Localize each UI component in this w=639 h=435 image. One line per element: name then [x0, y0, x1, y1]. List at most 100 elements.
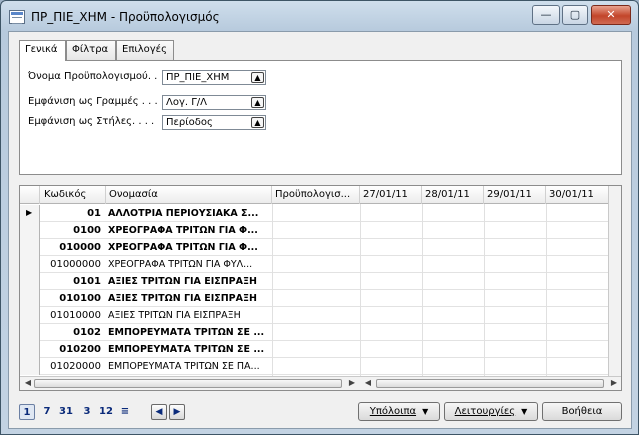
- row-selector[interactable]: [20, 290, 40, 307]
- table-row[interactable]: 0100 ΧΡΕΟΓΡΑΦΑ ΤΡΙΤΩΝ ΓΙΑ Φ...: [20, 222, 621, 239]
- table-row[interactable]: 01020000 ΕΜΠΟΡΕΥΜΑΤΑ ΤΡΙΤΩΝ ΣΕ ΠΑ...: [20, 358, 621, 375]
- account-code[interactable]: 010100: [40, 290, 103, 307]
- horizontal-scrollbar[interactable]: ◀ ▶ ◀ ▶: [20, 376, 621, 390]
- account-name[interactable]: ΧΡΕΟΓΡΑΦΑ ΤΡΙΤΩΝ ΓΙΑ Φ...: [106, 222, 271, 239]
- row-selector[interactable]: [20, 341, 40, 358]
- rows-as-field[interactable]: Λογ. Γ/Λ ▲: [162, 95, 266, 110]
- dropdown-arrow-icon: ▼: [521, 407, 528, 416]
- account-code[interactable]: 010200: [40, 341, 103, 358]
- col-header-name[interactable]: Ονομασία: [106, 186, 272, 204]
- table-row[interactable]: 010100 ΑΞΙΕΣ ΤΡΙΤΩΝ ΓΙΑ ΕΙΣΠΡΑΞΗ: [20, 290, 621, 307]
- tab-general[interactable]: Γενικά: [19, 40, 66, 61]
- table-row[interactable]: 010200 ΕΜΠΟΡΕΥΜΑΤΑ ΤΡΙΤΩΝ ΣΕ ...: [20, 341, 621, 358]
- row-selector[interactable]: [20, 273, 40, 290]
- close-button[interactable]: ✕: [591, 5, 631, 25]
- rows-as-value: Λογ. Γ/Λ: [166, 97, 208, 108]
- grid-header: Κωδικός Ονομασία Προϋπολογισ... 27/01/11…: [20, 186, 621, 204]
- account-name[interactable]: ΕΜΠΟΡΕΥΜΑΤΑ ΤΡΙΤΩΝ ΣΕ ...: [106, 324, 271, 341]
- account-name[interactable]: ΕΜΠΟΡΕΥΜΑΤΑ ΤΡΙΤΩΝ ΣΕ ΠΑ...: [106, 358, 271, 375]
- help-label: Βοήθεια: [561, 406, 603, 417]
- cols-as-field[interactable]: Περίοδος ▲: [162, 115, 266, 130]
- rows-as-label: Εμφάνιση ως Γραμμές . . . . .: [28, 96, 158, 107]
- account-code[interactable]: 0100: [40, 222, 103, 239]
- window-title: ΠΡ_ΠΙΕ_ΧΗΜ - Προϋπολογισμός: [31, 10, 220, 24]
- account-name[interactable]: ΧΡΕΟΓΡΑΦΑ ΤΡΙΤΩΝ ΓΙΑ Φ...: [106, 239, 271, 256]
- account-name[interactable]: ΧΡΕΟΓΡΑΦΑ ΤΡΙΤΩΝ ΓΙΑ ΦΥΛ...: [106, 256, 271, 273]
- window: ΠΡ_ΠΙΕ_ΧΗΜ - Προϋπολογισμός — ▢ ✕ Γενικά…: [0, 0, 639, 435]
- vertical-scrollbar[interactable]: [608, 186, 621, 376]
- minimize-button[interactable]: —: [532, 5, 560, 25]
- table-row[interactable]: 01000000 ΧΡΕΟΓΡΑΦΑ ΤΡΙΤΩΝ ΓΙΑ ΦΥΛ...: [20, 256, 621, 273]
- budget-name-label: Όνομα Προϋπολογισμού. . . .: [28, 71, 158, 82]
- col-divider: [272, 204, 273, 376]
- dialog-body: Γενικά Φίλτρα Επιλογές Όνομα Προϋπολογισ…: [8, 31, 632, 429]
- account-code[interactable]: 0102: [40, 324, 103, 341]
- title-bar[interactable]: ΠΡ_ΠΙΕ_ΧΗΜ - Προϋπολογισμός — ▢ ✕: [1, 1, 638, 35]
- help-button[interactable]: Βοήθεια: [542, 402, 622, 421]
- scroll-right-icon[interactable]: ▶: [346, 377, 358, 390]
- cols-as-value: Περίοδος: [166, 117, 213, 128]
- budget-grid: Κωδικός Ονομασία Προϋπολογισ... 27/01/11…: [19, 185, 622, 391]
- lookup-arrow-icon[interactable]: ▲: [251, 97, 264, 108]
- table-row[interactable]: 0102 ΕΜΠΟΡΕΥΜΑΤΑ ΤΡΙΤΩΝ ΣΕ ...: [20, 324, 621, 341]
- row-selector[interactable]: [20, 239, 40, 256]
- balances-button[interactable]: Υπόλοιπα ▼: [358, 402, 440, 421]
- table-row[interactable]: 01010000 ΑΞΙΕΣ ΤΡΙΤΩΝ ΓΙΑ ΕΙΣΠΡΑΞΗ: [20, 307, 621, 324]
- current-row-arrow-icon[interactable]: ▶: [20, 205, 40, 222]
- account-name[interactable]: ΑΛΛΟΤΡΙΑ ΠΕΡΙΟΥΣΙΑΚΑ Σ...: [106, 205, 271, 222]
- page-7[interactable]: 7: [41, 404, 53, 420]
- account-name[interactable]: ΑΞΙΕΣ ΤΡΙΤΩΝ ΓΙΑ ΕΙΣΠΡΑΞΗ: [106, 290, 271, 307]
- col-header-date[interactable]: 30/01/11: [546, 186, 610, 204]
- budget-name-value: ΠΡ_ΠΙΕ_ΧΗΜ: [166, 72, 230, 83]
- col-header-date[interactable]: 28/01/11: [422, 186, 484, 204]
- prev-page-icon[interactable]: ◀: [151, 404, 167, 420]
- account-code[interactable]: 01010000: [40, 307, 103, 324]
- scroll-thumb-right[interactable]: [376, 379, 604, 388]
- account-name[interactable]: ΕΜΠΟΡΕΥΜΑΤΑ ΤΡΙΤΩΝ ΣΕ ...: [106, 341, 271, 358]
- account-name[interactable]: ΑΞΙΕΣ ΤΡΙΤΩΝ ΓΙΑ ΕΙΣΠΡΑΞΗ: [106, 307, 271, 324]
- page-12[interactable]: 12: [97, 404, 115, 420]
- account-code[interactable]: 01020000: [40, 358, 103, 375]
- functions-button[interactable]: Λειτουργίες ▼: [444, 402, 538, 421]
- cols-as-label: Εμφάνιση ως Στήλες. . . . . .: [28, 116, 158, 127]
- scroll-thumb-left[interactable]: [34, 379, 342, 388]
- tab-filters[interactable]: Φίλτρα: [66, 40, 116, 60]
- account-code[interactable]: 0101: [40, 273, 103, 290]
- col-header-date[interactable]: 29/01/11: [484, 186, 546, 204]
- scroll-left-icon[interactable]: ◀: [22, 377, 34, 390]
- tab-options[interactable]: Επιλογές: [116, 40, 174, 60]
- col-header-date[interactable]: 27/01/11: [360, 186, 422, 204]
- lookup-arrow-icon[interactable]: ▲: [251, 72, 264, 83]
- scroll-left-icon[interactable]: ◀: [362, 377, 374, 390]
- col-header-budget[interactable]: Προϋπολογισ...: [272, 186, 360, 204]
- next-page-icon[interactable]: ▶: [169, 404, 185, 420]
- account-code[interactable]: 01: [40, 205, 103, 222]
- dropdown-arrow-icon: ▼: [422, 407, 429, 416]
- row-selector[interactable]: [20, 324, 40, 341]
- account-code[interactable]: 010000: [40, 239, 103, 256]
- maximize-button[interactable]: ▢: [562, 5, 588, 25]
- row-selector[interactable]: [20, 222, 40, 239]
- page-1[interactable]: 1: [19, 404, 35, 420]
- col-divider: [546, 204, 547, 376]
- page-31[interactable]: 31: [57, 404, 75, 420]
- row-selector[interactable]: [20, 256, 40, 273]
- col-header-code[interactable]: Κωδικός: [40, 186, 106, 204]
- account-name[interactable]: ΑΞΙΕΣ ΤΡΙΤΩΝ ΓΙΑ ΕΙΣΠΡΑΞΗ: [106, 273, 271, 290]
- row-selector[interactable]: [20, 358, 40, 375]
- row-selector[interactable]: [20, 307, 40, 324]
- app-table-icon: [9, 10, 25, 24]
- cols-as-row: Εμφάνιση ως Στήλες. . . . . . Περίοδος ▲: [28, 115, 288, 131]
- page-list-icon[interactable]: ≡: [119, 404, 131, 420]
- table-row[interactable]: ▶ 01 ΑΛΛΟΤΡΙΑ ΠΕΡΙΟΥΣΙΑΚΑ Σ...: [20, 205, 621, 222]
- account-code[interactable]: 01000000: [40, 256, 103, 273]
- table-row[interactable]: 010000 ΧΡΕΟΓΡΑΦΑ ΤΡΙΤΩΝ ΓΙΑ Φ...: [20, 239, 621, 256]
- budget-name-field[interactable]: ΠΡ_ΠΙΕ_ΧΗΜ ▲: [162, 70, 266, 85]
- table-row[interactable]: 0101 ΑΞΙΕΣ ΤΡΙΤΩΝ ΓΙΑ ΕΙΣΠΡΑΞΗ: [20, 273, 621, 290]
- scroll-right-icon[interactable]: ▶: [608, 377, 620, 390]
- functions-label: Λειτουργίες: [454, 406, 516, 417]
- rows-as-row: Εμφάνιση ως Γραμμές . . . . . Λογ. Γ/Λ ▲: [28, 95, 288, 111]
- budget-name-row: Όνομα Προϋπολογισμού. . . . ΠΡ_ΠΙΕ_ΧΗΜ ▲: [28, 70, 288, 86]
- lookup-arrow-icon[interactable]: ▲: [251, 117, 264, 128]
- page-3[interactable]: 3: [81, 404, 93, 420]
